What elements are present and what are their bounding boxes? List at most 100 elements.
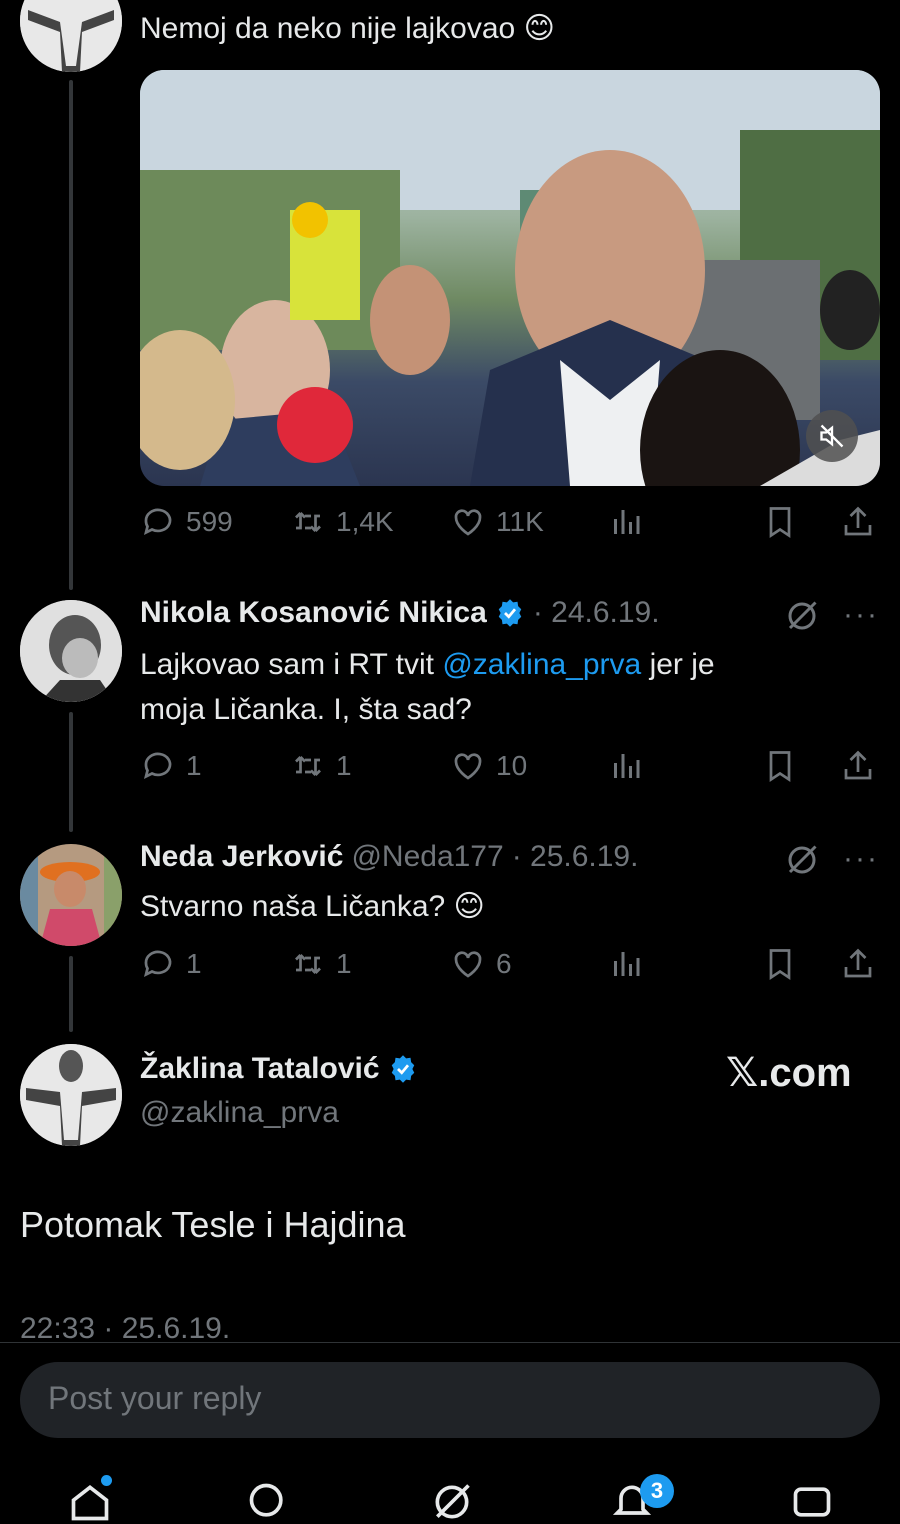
more-options-button[interactable]: ··· bbox=[843, 842, 879, 876]
avatar-illustration bbox=[20, 1044, 122, 1146]
tweet-text: Lajkovao sam i RT tvit @zaklina_prva jer… bbox=[140, 642, 880, 732]
search-icon[interactable] bbox=[246, 1480, 290, 1524]
share-button[interactable] bbox=[840, 748, 876, 784]
tweet-text: Potomak Tesle i Hajdina bbox=[20, 1204, 406, 1245]
notifications-badge: 3 bbox=[640, 1474, 674, 1508]
reply-placeholder: Post your reply bbox=[48, 1380, 262, 1416]
mute-button[interactable] bbox=[806, 410, 858, 462]
video-frame bbox=[140, 70, 880, 486]
display-name[interactable]: Nikola Kosanović Nikica bbox=[140, 596, 487, 630]
tweet-text: Stvarno naša Ličanka? 😊 bbox=[140, 884, 485, 929]
video-player[interactable] bbox=[140, 70, 880, 486]
verified-icon bbox=[498, 599, 522, 627]
avatar-illustration bbox=[20, 600, 122, 702]
verified-icon bbox=[391, 1055, 414, 1083]
reply-count: 599 bbox=[186, 506, 233, 537]
thread-line bbox=[69, 712, 73, 832]
more-options-button[interactable]: ··· bbox=[843, 598, 879, 632]
tweet-header: Nikola Kosanović Nikica · 24.6.19. bbox=[140, 596, 660, 630]
reply-count: 1 bbox=[186, 750, 202, 781]
like-count: 6 bbox=[496, 948, 512, 979]
tweet-header: Žaklina Tatalović bbox=[140, 1052, 418, 1086]
smile-emoji: 😊 bbox=[523, 12, 555, 45]
share-button[interactable] bbox=[840, 946, 876, 982]
repost-count: 1 bbox=[336, 750, 352, 781]
tweet-text-part: moja Ličanka. I, šta sad? bbox=[140, 693, 472, 726]
thread-line bbox=[69, 80, 73, 590]
like-count: 11K bbox=[496, 506, 544, 537]
reply-input[interactable]: Post your reply bbox=[20, 1362, 880, 1438]
tweet-header: Neda Jerković @Neda177 · 25.6.19. bbox=[140, 840, 638, 874]
tweet-text-body: Stvarno naša Ličanka? bbox=[140, 890, 446, 923]
reply-button[interactable]: 599 bbox=[140, 504, 233, 540]
share-icon bbox=[844, 506, 872, 536]
bookmark-icon bbox=[769, 507, 791, 539]
repost-icon bbox=[295, 512, 321, 532]
user-handle[interactable]: @zaklina_prva bbox=[140, 1096, 339, 1130]
like-icon bbox=[454, 509, 482, 536]
views-button[interactable] bbox=[608, 504, 644, 540]
display-name[interactable]: Neda Jerković bbox=[140, 840, 343, 874]
like-button[interactable]: 6 bbox=[450, 946, 512, 982]
x-watermark: 𝕏.com bbox=[726, 1051, 852, 1095]
tweet-date[interactable]: · 24.6.19. bbox=[533, 596, 660, 630]
like-icon bbox=[454, 753, 482, 780]
avatar-illustration bbox=[20, 844, 122, 946]
tweet-timestamp[interactable]: 22:33 · 25.6.19. bbox=[20, 1312, 230, 1346]
grok-nav-icon[interactable] bbox=[430, 1480, 474, 1524]
bookmark-icon bbox=[769, 751, 791, 783]
avatar[interactable] bbox=[20, 844, 122, 946]
like-count: 10 bbox=[496, 750, 528, 781]
reply-icon bbox=[143, 950, 172, 978]
repost-icon bbox=[295, 756, 321, 776]
user-handle[interactable]: @Neda177 bbox=[351, 840, 503, 874]
repost-button[interactable]: 1,4K bbox=[290, 504, 394, 540]
tweet-text-part: jer je bbox=[641, 648, 715, 681]
views-button[interactable] bbox=[608, 946, 644, 982]
reply-icon bbox=[143, 508, 172, 536]
home-icon[interactable] bbox=[68, 1480, 112, 1524]
grok-icon[interactable] bbox=[784, 842, 820, 878]
tweet-actions: 1 1 10 bbox=[140, 748, 880, 792]
views-icon bbox=[614, 754, 640, 778]
smile-emoji: 😊 bbox=[453, 890, 485, 923]
like-button[interactable]: 11K bbox=[450, 504, 544, 540]
share-icon bbox=[844, 948, 872, 978]
views-button[interactable] bbox=[608, 748, 644, 784]
repost-count: 1,4K bbox=[336, 506, 394, 537]
bookmark-button[interactable] bbox=[762, 946, 798, 982]
views-icon bbox=[614, 510, 640, 534]
reply-count: 1 bbox=[186, 948, 202, 979]
divider bbox=[0, 1342, 900, 1343]
avatar[interactable] bbox=[20, 0, 122, 72]
views-icon bbox=[614, 952, 640, 976]
mute-icon bbox=[820, 424, 844, 448]
bookmark-button[interactable] bbox=[762, 748, 798, 784]
reply-button[interactable]: 1 bbox=[140, 748, 202, 784]
like-icon bbox=[454, 951, 482, 978]
repost-icon bbox=[295, 954, 321, 974]
mention-link[interactable]: @zaklina_prva bbox=[442, 648, 641, 681]
tweet-text-part: Lajkovao sam i RT tvit bbox=[140, 648, 443, 681]
repost-count: 1 bbox=[336, 948, 352, 979]
repost-button[interactable]: 1 bbox=[290, 946, 352, 982]
tweet-actions: 1 1 6 bbox=[140, 946, 880, 990]
avatar[interactable] bbox=[20, 1044, 122, 1146]
tweet-date[interactable]: · 25.6.19. bbox=[512, 840, 639, 874]
share-icon bbox=[844, 750, 872, 780]
bookmark-button[interactable] bbox=[762, 504, 798, 540]
home-notification-dot bbox=[101, 1475, 112, 1486]
tweet-actions: 599 1,4K 11K bbox=[140, 504, 880, 548]
thread-line bbox=[69, 956, 73, 1032]
avatar[interactable] bbox=[20, 600, 122, 702]
reply-button[interactable]: 1 bbox=[140, 946, 202, 982]
repost-button[interactable]: 1 bbox=[290, 748, 352, 784]
display-name[interactable]: Žaklina Tatalović bbox=[140, 1052, 380, 1086]
like-button[interactable]: 10 bbox=[450, 748, 527, 784]
tweet-text: Nemoj da neko nije lajkovao 😊 bbox=[140, 6, 555, 51]
share-button[interactable] bbox=[840, 504, 876, 540]
grok-icon[interactable] bbox=[784, 598, 820, 634]
avatar-illustration bbox=[20, 0, 122, 72]
reply-icon bbox=[143, 752, 172, 780]
messages-icon[interactable] bbox=[790, 1480, 834, 1524]
